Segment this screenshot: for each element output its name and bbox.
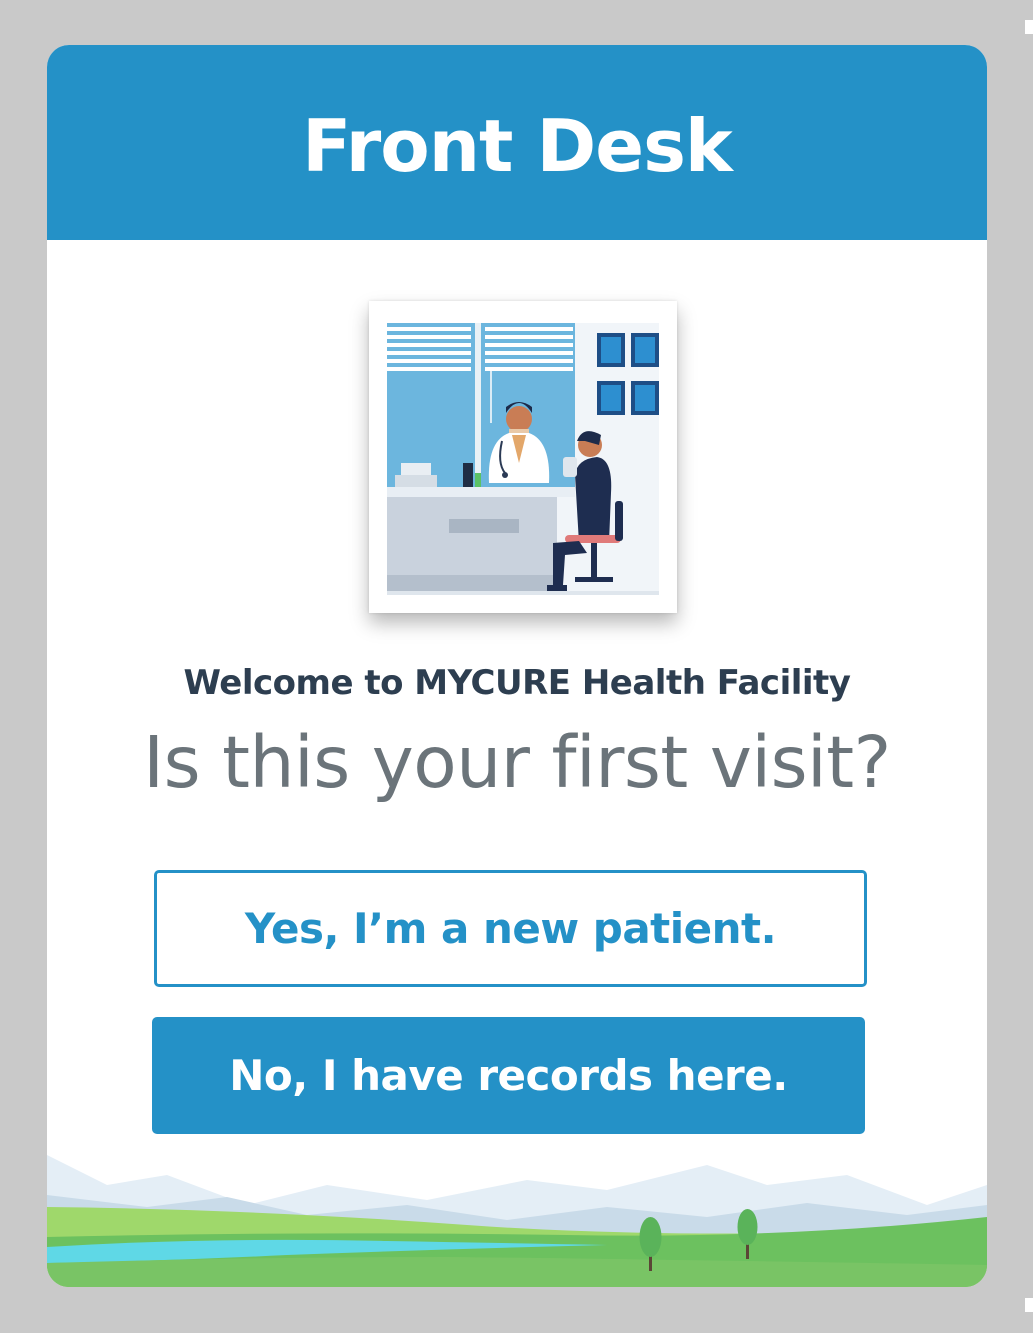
first-visit-question: Is this your first visit? (143, 721, 891, 804)
existing-records-button[interactable]: No, I have records here. (152, 1017, 865, 1134)
page-title: Front Desk (302, 103, 733, 188)
header-bar: Front Desk (47, 45, 987, 240)
doctor-consultation-illustration (369, 301, 677, 613)
new-patient-button[interactable]: Yes, I’m a new patient. (154, 870, 867, 987)
welcome-text: Welcome to MYCURE Health Facility (183, 663, 851, 703)
landscape-decoration (47, 1155, 987, 1287)
scrollbar-track-bottom (1025, 1298, 1033, 1312)
front-desk-card: Front Desk Welcome to MYCURE Health Faci… (47, 45, 987, 1287)
clinic-scene-image (387, 323, 659, 595)
scrollbar-track-top (1025, 20, 1033, 34)
